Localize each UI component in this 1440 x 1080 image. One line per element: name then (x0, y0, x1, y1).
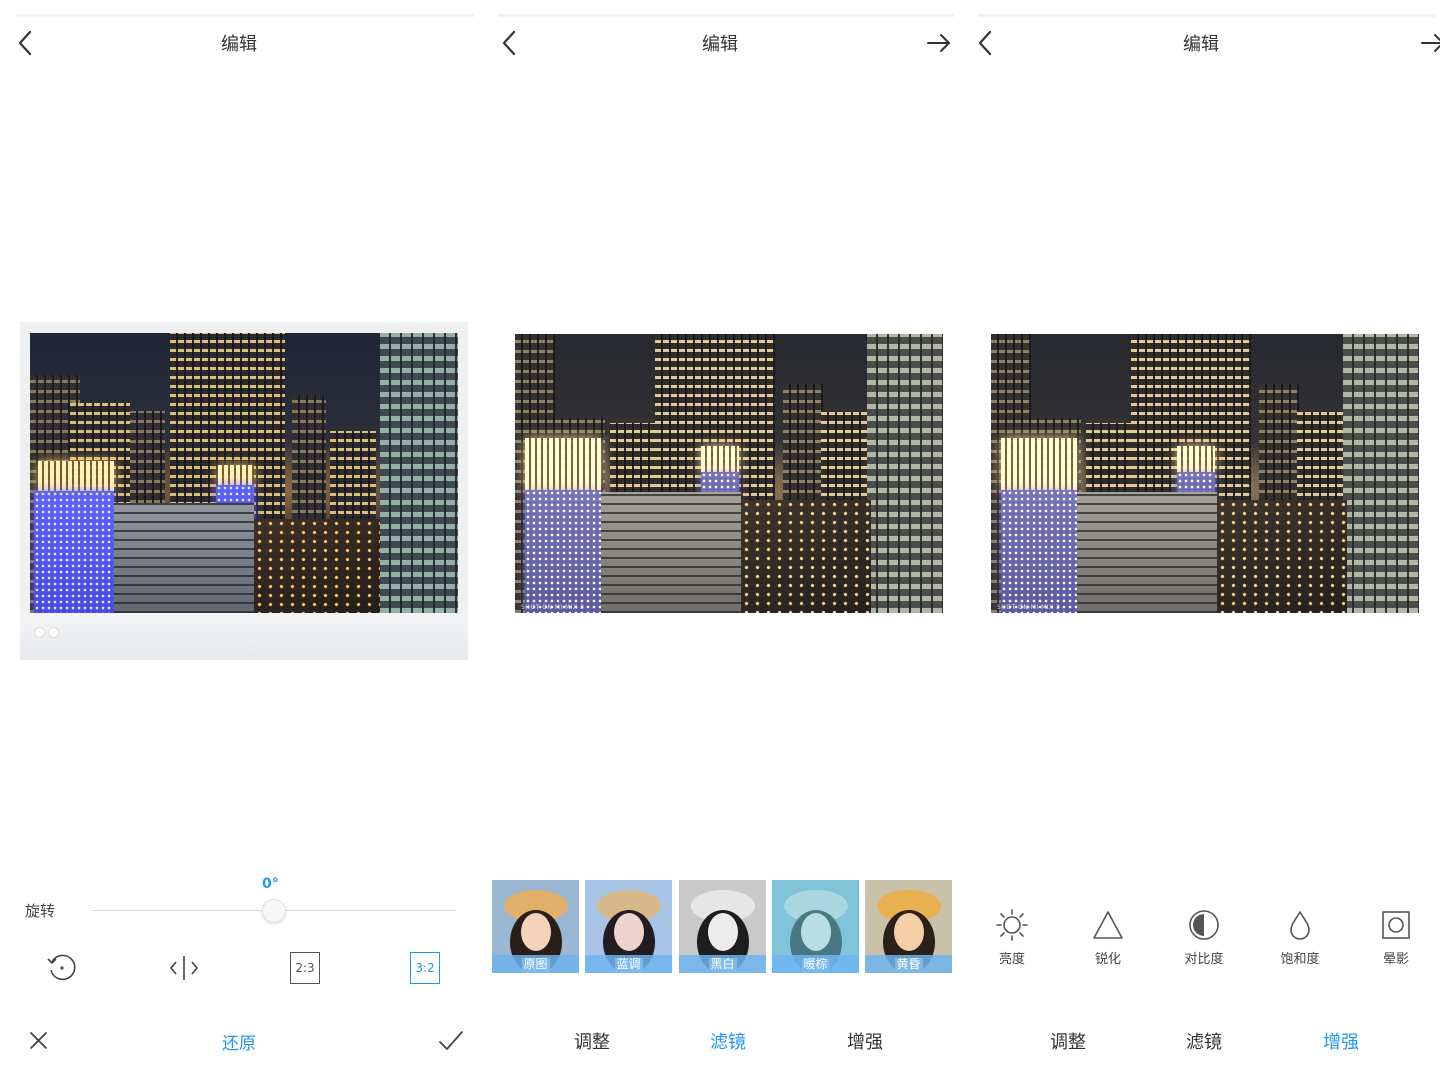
saturation-tool[interactable]: 饱和度 (1270, 908, 1330, 978)
photo-preview: SHOT ON MI MIX 3 (991, 334, 1419, 613)
saturation-label: 饱和度 (1280, 952, 1320, 967)
vignette-tool[interactable]: 晕影 (1366, 908, 1426, 978)
crop-canvas[interactable] (20, 322, 468, 660)
filter-original[interactable]: 原图 (492, 880, 579, 973)
bottom-tabs: 调整 滤镜 增强 (482, 1028, 958, 1058)
rotate-screen: 编辑 0° 旋转 2:3 3:2 还原 (0, 0, 478, 1080)
filter-blue[interactable]: 蓝调 (585, 880, 672, 973)
brightness-icon (996, 909, 1028, 941)
tab-enhance[interactable]: 增强 (825, 1028, 905, 1054)
brightness-tool[interactable]: 亮度 (982, 908, 1042, 978)
tab-adjust[interactable]: 调整 (552, 1028, 632, 1054)
tab-filter[interactable]: 滤镜 (688, 1028, 768, 1054)
tab-enhance[interactable]: 增强 (1301, 1028, 1381, 1054)
page-title: 编辑 (1183, 34, 1219, 55)
ratio-2-3-button[interactable]: 2:3 (290, 952, 320, 984)
filter-label: 黑白 (679, 955, 766, 973)
tab-filter[interactable]: 滤镜 (1164, 1028, 1244, 1054)
contrast-label: 对比度 (1184, 952, 1224, 967)
rotate-label: 旋转 (25, 902, 56, 920)
filter-bw[interactable]: 黑白 (679, 880, 766, 973)
filter-label: 原图 (492, 955, 579, 973)
tab-adjust[interactable]: 调整 (1028, 1028, 1108, 1054)
flip-icon[interactable] (166, 950, 202, 986)
photo-watermark: SHOT ON MI MIX 3 (521, 604, 585, 611)
photo-watermark: SHOT ON MI MIX 3 (997, 604, 1061, 611)
vignette-label: 晕影 (1382, 952, 1409, 967)
photo-preview (30, 333, 458, 613)
sharpen-tool[interactable]: 锐化 (1078, 908, 1138, 978)
sharpen-icon (1093, 911, 1123, 939)
navbar: 编辑 (0, 18, 478, 68)
next-arrow-icon[interactable] (924, 28, 954, 58)
navbar: 编辑 (962, 18, 1440, 68)
filter-warm-brown[interactable]: 暖棕 (772, 880, 859, 973)
ratio-3-2-button[interactable]: 3:2 (410, 952, 440, 984)
vignette-icon (1382, 911, 1410, 939)
photo-preview: SHOT ON MI MIX 3 (515, 334, 943, 613)
filter-label: 蓝调 (585, 955, 672, 973)
enhance-screen: 编辑 SHOT ON MI MIX 3 亮度 锐化 对比度 饱和度 晕影 调整 … (962, 0, 1440, 1080)
rotate-icon[interactable] (44, 950, 80, 986)
brightness-label: 亮度 (998, 952, 1025, 967)
next-arrow-icon[interactable] (1418, 28, 1440, 58)
saturation-icon (1290, 911, 1310, 940)
filter-label: 暖棕 (772, 955, 859, 973)
navbar: 编辑 (482, 18, 958, 68)
bottom-tabs: 调整 滤镜 增强 (962, 1028, 1440, 1058)
page-title: 编辑 (221, 34, 257, 55)
filter-label: 黄昏 (865, 955, 952, 973)
rotate-slider-thumb[interactable] (262, 899, 286, 923)
sharpen-label: 锐化 (1094, 952, 1121, 967)
rotate-angle-value: 0° (262, 876, 279, 892)
restore-button[interactable]: 还原 (0, 1029, 478, 1054)
photo-dots (34, 623, 62, 642)
contrast-tool[interactable]: 对比度 (1174, 908, 1234, 978)
page-title: 编辑 (702, 34, 738, 55)
photo-bottom-strip (20, 614, 468, 660)
filter-dusk[interactable]: 黄昏 (865, 880, 952, 973)
contrast-icon (1189, 910, 1219, 940)
filter-strip: 原图 蓝调 黑白 暖棕 黄昏 (492, 880, 952, 973)
filter-screen: 编辑 SHOT ON MI MIX 3 原图 蓝调 黑白 暖棕 黄昏 调整 滤镜… (482, 0, 958, 1080)
check-icon[interactable] (436, 1026, 466, 1056)
